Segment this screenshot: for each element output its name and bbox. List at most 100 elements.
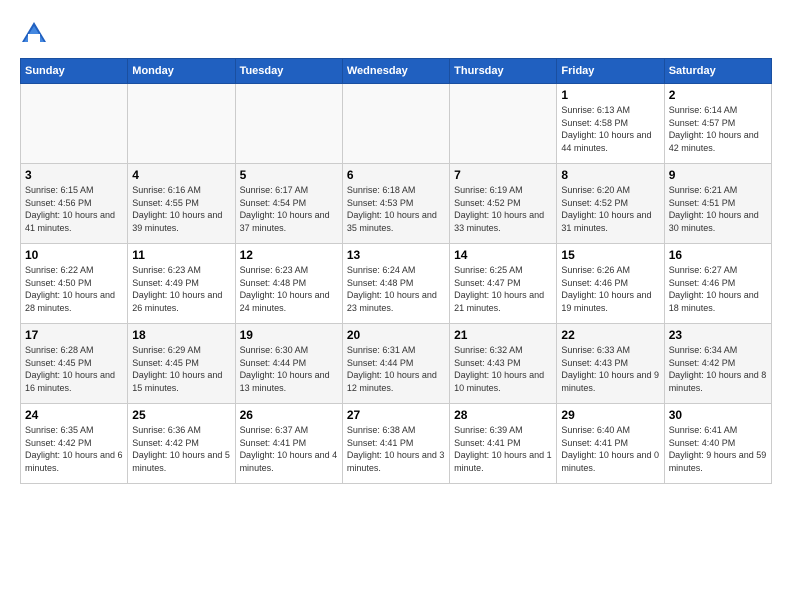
day-number: 8 (561, 168, 659, 182)
day-number: 12 (240, 248, 338, 262)
day-info: Sunrise: 6:24 AM Sunset: 4:48 PM Dayligh… (347, 264, 445, 314)
calendar-cell (128, 84, 235, 164)
calendar-cell: 9 Sunrise: 6:21 AM Sunset: 4:51 PM Daylig… (664, 164, 771, 244)
calendar-cell: 3 Sunrise: 6:15 AM Sunset: 4:56 PM Daylig… (21, 164, 128, 244)
day-info: Sunrise: 6:17 AM Sunset: 4:54 PM Dayligh… (240, 184, 338, 234)
day-number: 4 (132, 168, 230, 182)
logo-icon (20, 20, 48, 48)
week-row-2: 3 Sunrise: 6:15 AM Sunset: 4:56 PM Daylig… (21, 164, 772, 244)
day-info: Sunrise: 6:36 AM Sunset: 4:42 PM Dayligh… (132, 424, 230, 474)
weekday-header-monday: Monday (128, 59, 235, 84)
day-info: Sunrise: 6:32 AM Sunset: 4:43 PM Dayligh… (454, 344, 552, 394)
day-info: Sunrise: 6:31 AM Sunset: 4:44 PM Dayligh… (347, 344, 445, 394)
day-info: Sunrise: 6:23 AM Sunset: 4:48 PM Dayligh… (240, 264, 338, 314)
day-number: 25 (132, 408, 230, 422)
day-info: Sunrise: 6:21 AM Sunset: 4:51 PM Dayligh… (669, 184, 767, 234)
calendar-cell: 12 Sunrise: 6:23 AM Sunset: 4:48 PM Dayli… (235, 244, 342, 324)
weekday-header-thursday: Thursday (450, 59, 557, 84)
calendar-cell: 25 Sunrise: 6:36 AM Sunset: 4:42 PM Dayli… (128, 404, 235, 484)
calendar-cell: 23 Sunrise: 6:34 AM Sunset: 4:42 PM Dayli… (664, 324, 771, 404)
day-info: Sunrise: 6:38 AM Sunset: 4:41 PM Dayligh… (347, 424, 445, 474)
day-number: 10 (25, 248, 123, 262)
day-number: 26 (240, 408, 338, 422)
day-number: 27 (347, 408, 445, 422)
weekday-header-wednesday: Wednesday (342, 59, 449, 84)
calendar-table: SundayMondayTuesdayWednesdayThursdayFrid… (20, 58, 772, 484)
day-info: Sunrise: 6:33 AM Sunset: 4:43 PM Dayligh… (561, 344, 659, 394)
day-number: 21 (454, 328, 552, 342)
day-number: 5 (240, 168, 338, 182)
calendar-cell (21, 84, 128, 164)
day-info: Sunrise: 6:29 AM Sunset: 4:45 PM Dayligh… (132, 344, 230, 394)
day-number: 23 (669, 328, 767, 342)
day-number: 29 (561, 408, 659, 422)
calendar-cell: 8 Sunrise: 6:20 AM Sunset: 4:52 PM Daylig… (557, 164, 664, 244)
day-info: Sunrise: 6:16 AM Sunset: 4:55 PM Dayligh… (132, 184, 230, 234)
calendar-cell: 13 Sunrise: 6:24 AM Sunset: 4:48 PM Dayli… (342, 244, 449, 324)
day-info: Sunrise: 6:18 AM Sunset: 4:53 PM Dayligh… (347, 184, 445, 234)
day-info: Sunrise: 6:14 AM Sunset: 4:57 PM Dayligh… (669, 104, 767, 154)
day-number: 17 (25, 328, 123, 342)
day-number: 19 (240, 328, 338, 342)
day-info: Sunrise: 6:25 AM Sunset: 4:47 PM Dayligh… (454, 264, 552, 314)
weekday-header-row: SundayMondayTuesdayWednesdayThursdayFrid… (21, 59, 772, 84)
day-info: Sunrise: 6:15 AM Sunset: 4:56 PM Dayligh… (25, 184, 123, 234)
calendar-cell: 24 Sunrise: 6:35 AM Sunset: 4:42 PM Dayli… (21, 404, 128, 484)
day-info: Sunrise: 6:34 AM Sunset: 4:42 PM Dayligh… (669, 344, 767, 394)
calendar-cell: 17 Sunrise: 6:28 AM Sunset: 4:45 PM Dayli… (21, 324, 128, 404)
day-info: Sunrise: 6:19 AM Sunset: 4:52 PM Dayligh… (454, 184, 552, 234)
day-number: 11 (132, 248, 230, 262)
day-number: 13 (347, 248, 445, 262)
day-number: 16 (669, 248, 767, 262)
day-number: 15 (561, 248, 659, 262)
day-number: 18 (132, 328, 230, 342)
calendar-cell: 10Sunrise: 6:22 AM Sunset: 4:50 PM Dayli… (21, 244, 128, 324)
page-header (20, 20, 772, 48)
day-number: 7 (454, 168, 552, 182)
day-info: Sunrise: 6:30 AM Sunset: 4:44 PM Dayligh… (240, 344, 338, 394)
day-info: Sunrise: 6:39 AM Sunset: 4:41 PM Dayligh… (454, 424, 552, 474)
week-row-5: 24 Sunrise: 6:35 AM Sunset: 4:42 PM Dayli… (21, 404, 772, 484)
calendar-cell: 5 Sunrise: 6:17 AM Sunset: 4:54 PM Daylig… (235, 164, 342, 244)
calendar-cell (235, 84, 342, 164)
day-number: 6 (347, 168, 445, 182)
calendar-cell: 6 Sunrise: 6:18 AM Sunset: 4:53 PM Daylig… (342, 164, 449, 244)
day-number: 24 (25, 408, 123, 422)
calendar-cell: 16Sunrise: 6:27 AM Sunset: 4:46 PM Dayli… (664, 244, 771, 324)
day-info: Sunrise: 6:28 AM Sunset: 4:45 PM Dayligh… (25, 344, 123, 394)
day-number: 2 (669, 88, 767, 102)
day-number: 20 (347, 328, 445, 342)
calendar-cell: 7 Sunrise: 6:19 AM Sunset: 4:52 PM Daylig… (450, 164, 557, 244)
calendar-cell: 15Sunrise: 6:26 AM Sunset: 4:46 PM Dayli… (557, 244, 664, 324)
calendar-cell: 30 Sunrise: 6:41 AM Sunset: 4:40 PM Dayli… (664, 404, 771, 484)
week-row-1: 1 Sunrise: 6:13 AM Sunset: 4:58 PM Daylig… (21, 84, 772, 164)
calendar-cell: 1 Sunrise: 6:13 AM Sunset: 4:58 PM Daylig… (557, 84, 664, 164)
day-info: Sunrise: 6:40 AM Sunset: 4:41 PM Dayligh… (561, 424, 659, 474)
day-number: 30 (669, 408, 767, 422)
calendar-cell: 11 Sunrise: 6:23 AM Sunset: 4:49 PM Dayli… (128, 244, 235, 324)
day-info: Sunrise: 6:37 AM Sunset: 4:41 PM Dayligh… (240, 424, 338, 474)
day-number: 1 (561, 88, 659, 102)
day-info: Sunrise: 6:23 AM Sunset: 4:49 PM Dayligh… (132, 264, 230, 314)
day-info: Sunrise: 6:35 AM Sunset: 4:42 PM Dayligh… (25, 424, 123, 474)
day-number: 9 (669, 168, 767, 182)
calendar-cell: 4 Sunrise: 6:16 AM Sunset: 4:55 PM Daylig… (128, 164, 235, 244)
calendar-cell: 29 Sunrise: 6:40 AM Sunset: 4:41 PM Dayli… (557, 404, 664, 484)
day-number: 3 (25, 168, 123, 182)
calendar-cell: 21 Sunrise: 6:32 AM Sunset: 4:43 PM Dayli… (450, 324, 557, 404)
week-row-4: 17 Sunrise: 6:28 AM Sunset: 4:45 PM Dayli… (21, 324, 772, 404)
calendar-cell: 20 Sunrise: 6:31 AM Sunset: 4:44 PM Dayli… (342, 324, 449, 404)
weekday-header-saturday: Saturday (664, 59, 771, 84)
calendar-cell: 19 Sunrise: 6:30 AM Sunset: 4:44 PM Dayli… (235, 324, 342, 404)
weekday-header-sunday: Sunday (21, 59, 128, 84)
day-info: Sunrise: 6:13 AM Sunset: 4:58 PM Dayligh… (561, 104, 659, 154)
calendar-cell: 18 Sunrise: 6:29 AM Sunset: 4:45 PM Dayli… (128, 324, 235, 404)
day-info: Sunrise: 6:41 AM Sunset: 4:40 PM Dayligh… (669, 424, 767, 474)
calendar-cell (450, 84, 557, 164)
logo (20, 20, 52, 48)
calendar-cell: 28 Sunrise: 6:39 AM Sunset: 4:41 PM Dayli… (450, 404, 557, 484)
day-number: 28 (454, 408, 552, 422)
calendar-cell: 14Sunrise: 6:25 AM Sunset: 4:47 PM Dayli… (450, 244, 557, 324)
calendar-cell: 26 Sunrise: 6:37 AM Sunset: 4:41 PM Dayli… (235, 404, 342, 484)
day-info: Sunrise: 6:20 AM Sunset: 4:52 PM Dayligh… (561, 184, 659, 234)
